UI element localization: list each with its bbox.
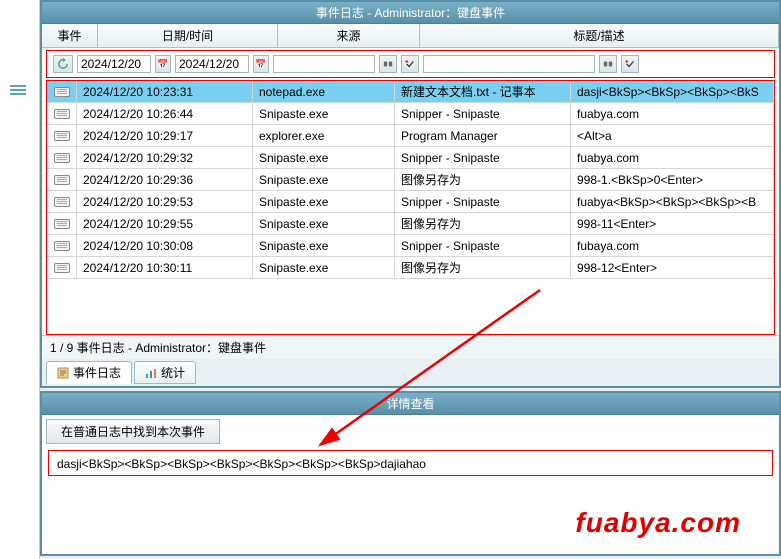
cell-datetime: 2024/12/20 10:29:32 (77, 147, 253, 168)
cell-title: Snipper - Snipaste (395, 235, 571, 256)
keyboard-icon (47, 169, 77, 190)
source-search-button[interactable] (379, 55, 397, 73)
table-row[interactable]: 2024/12/20 10:29:55Snipaste.exe图像另存为998-… (47, 213, 774, 235)
cell-datetime: 2024/12/20 10:26:44 (77, 103, 253, 124)
keyboard-icon (47, 125, 77, 146)
cell-title: Snipper - Snipaste (395, 147, 571, 168)
keyboard-icon (47, 191, 77, 212)
tabs-bar: 事件日志 统计 (42, 359, 779, 386)
table-row[interactable]: 2024/12/20 10:23:31notepad.exe新建文本文档.txt… (47, 81, 774, 103)
source-clear-button[interactable] (401, 55, 419, 73)
cell-datetime: 2024/12/20 10:29:55 (77, 213, 253, 234)
title-search-button[interactable] (599, 55, 617, 73)
cell-title: Snipper - Snipaste (395, 191, 571, 212)
cell-source: notepad.exe (253, 81, 395, 102)
cell-source: Snipaste.exe (253, 103, 395, 124)
cell-datetime: 2024/12/20 10:30:08 (77, 235, 253, 256)
keyboard-icon (47, 257, 77, 278)
cell-title: Program Manager (395, 125, 571, 146)
clear-icon (625, 59, 635, 69)
sidebar-toggle-icon[interactable] (10, 85, 26, 95)
event-log-panel: 事件日志 - Administrator：键盘事件 事件 日期/时间 来源 标题… (40, 0, 781, 388)
title-filter-input[interactable] (423, 55, 595, 73)
chart-icon (145, 367, 157, 379)
cell-source: explorer.exe (253, 125, 395, 146)
source-filter-input[interactable] (273, 55, 375, 73)
header-title[interactable]: 标题/描述 (420, 24, 779, 47)
cell-title: Snipper - Snipaste (395, 103, 571, 124)
cell-source: Snipaste.exe (253, 235, 395, 256)
header-datetime[interactable]: 日期/时间 (98, 24, 278, 47)
cell-desc: fuabya<BkSp><BkSp><BkSp><B (571, 191, 774, 212)
keyboard-icon (47, 103, 77, 124)
refresh-icon (57, 58, 69, 70)
table-row[interactable]: 2024/12/20 10:30:11Snipaste.exe图像另存为998-… (47, 257, 774, 279)
table-row[interactable]: 2024/12/20 10:29:32Snipaste.exeSnipper -… (47, 147, 774, 169)
cell-desc: fuabya.com (571, 147, 774, 168)
table-row[interactable]: 2024/12/20 10:29:53Snipaste.exeSnipper -… (47, 191, 774, 213)
cell-source: Snipaste.exe (253, 169, 395, 190)
cell-desc: dasji<BkSp><BkSp><BkSp><BkS (571, 81, 774, 102)
table-row[interactable]: 2024/12/20 10:29:36Snipaste.exe图像另存为998-… (47, 169, 774, 191)
refresh-button[interactable] (53, 55, 73, 73)
cell-desc: <Alt>a (571, 125, 774, 146)
date-to-input[interactable] (175, 55, 249, 73)
cell-source: Snipaste.exe (253, 213, 395, 234)
cell-datetime: 2024/12/20 10:29:36 (77, 169, 253, 190)
cell-title: 图像另存为 (395, 257, 571, 278)
detail-text: dasji<BkSp><BkSp><BkSp><BkSp><BkSp><BkSp… (48, 450, 773, 476)
table-row[interactable]: 2024/12/20 10:30:08Snipaste.exeSnipper -… (47, 235, 774, 257)
tab-event-log[interactable]: 事件日志 (46, 361, 132, 384)
header-event[interactable]: 事件 (42, 24, 98, 47)
log-icon (57, 367, 69, 379)
keyboard-icon (47, 213, 77, 234)
filter-bar: 📅 📅 (46, 50, 775, 78)
cell-datetime: 2024/12/20 10:29:53 (77, 191, 253, 212)
cell-title: 图像另存为 (395, 169, 571, 190)
status-bar: 1 / 9 事件日志 - Administrator：键盘事件 (42, 335, 779, 359)
event-table[interactable]: 2024/12/20 10:23:31notepad.exe新建文本文档.txt… (46, 80, 775, 335)
calendar-to-button[interactable]: 📅 (253, 55, 269, 73)
cell-desc: 998-12<Enter> (571, 257, 774, 278)
keyboard-icon (47, 147, 77, 168)
find-in-log-button[interactable]: 在普通日志中找到本次事件 (46, 419, 220, 444)
cell-source: Snipaste.exe (253, 191, 395, 212)
table-header: 事件 日期/时间 来源 标题/描述 (42, 24, 779, 48)
header-source[interactable]: 来源 (278, 24, 420, 47)
calendar-from-button[interactable]: 📅 (155, 55, 171, 73)
cell-desc: fuabya.com (571, 103, 774, 124)
binoculars-icon (603, 59, 613, 69)
cell-datetime: 2024/12/20 10:30:11 (77, 257, 253, 278)
panel-title: 事件日志 - Administrator：键盘事件 (42, 2, 779, 24)
cell-desc: 998-1.<BkSp>0<Enter> (571, 169, 774, 190)
keyboard-icon (47, 81, 77, 102)
keyboard-icon (47, 235, 77, 256)
table-row[interactable]: 2024/12/20 10:29:17explorer.exeProgram M… (47, 125, 774, 147)
clear-icon (405, 59, 415, 69)
cell-desc: 998-11<Enter> (571, 213, 774, 234)
title-clear-button[interactable] (621, 55, 639, 73)
table-row[interactable]: 2024/12/20 10:26:44Snipaste.exeSnipper -… (47, 103, 774, 125)
binoculars-icon (383, 59, 393, 69)
cell-desc: fubaya.com (571, 235, 774, 256)
cell-source: Snipaste.exe (253, 147, 395, 168)
cell-title: 新建文本文档.txt - 记事本 (395, 81, 571, 102)
detail-panel: 详情查看 在普通日志中找到本次事件 dasji<BkSp><BkSp><BkSp… (40, 391, 781, 556)
date-from-input[interactable] (77, 55, 151, 73)
cell-datetime: 2024/12/20 10:23:31 (77, 81, 253, 102)
tab-stats[interactable]: 统计 (134, 361, 196, 384)
cell-source: Snipaste.exe (253, 257, 395, 278)
detail-panel-title: 详情查看 (42, 393, 779, 415)
cell-datetime: 2024/12/20 10:29:17 (77, 125, 253, 146)
cell-title: 图像另存为 (395, 213, 571, 234)
